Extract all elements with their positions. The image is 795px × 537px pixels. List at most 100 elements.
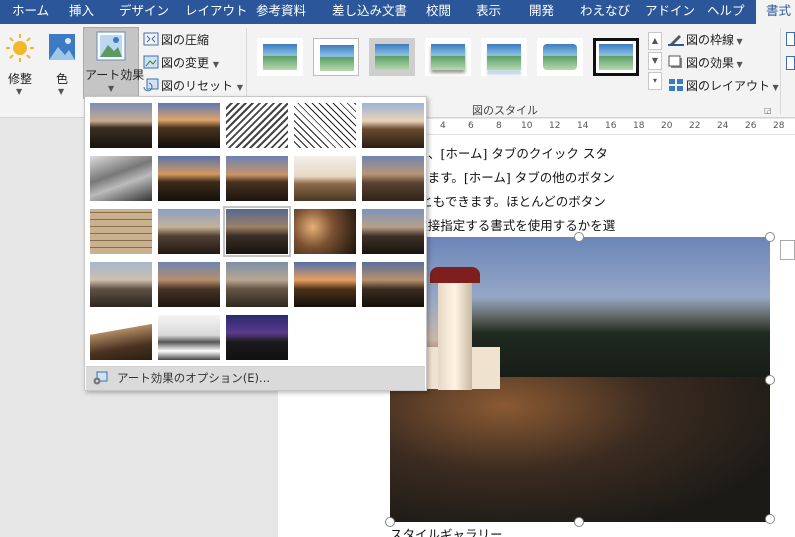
artistic-effect-thumbnail[interactable] (158, 315, 220, 360)
artistic-effect-thumbnail[interactable] (362, 262, 424, 307)
tab-waenavi[interactable]: わえなび (580, 0, 630, 24)
caption-text[interactable]: スタイルギャラリー (390, 524, 503, 537)
ruler-number: 6 (468, 121, 474, 131)
picture-style-thumb[interactable] (593, 38, 639, 76)
artistic-effects-label: アート効果 (85, 68, 145, 82)
compress-pictures-button[interactable]: 図の圧縮 (143, 30, 209, 50)
resize-handle[interactable] (574, 517, 584, 527)
ruler-number: 14 (577, 121, 589, 131)
gallery-scroll-up-button[interactable]: ▲ (648, 32, 662, 50)
ruler-number: 8 (496, 121, 502, 131)
chevron-down-icon: ▼ (236, 83, 243, 92)
ruler-number: 16 (605, 121, 617, 131)
layout-options-icon[interactable] (780, 240, 795, 260)
artistic-effect-thumbnail[interactable] (226, 262, 288, 307)
arrange-icon[interactable] (786, 56, 795, 70)
tab-mailings[interactable]: 差し込み文書 (332, 0, 407, 24)
picture-style-preview (599, 44, 633, 70)
sun-icon (6, 34, 34, 62)
tab-layout[interactable]: レイアウト (185, 0, 248, 24)
tab-review[interactable]: 校閲 (426, 0, 451, 24)
ribbon-tab-bar: ホーム 挿入 デザイン レイアウト 参考資料 差し込み文書 校閲 表示 開発 わ… (0, 0, 795, 24)
artistic-effect-thumbnail[interactable] (294, 262, 356, 307)
picture-layout-button[interactable]: 図のレイアウト ▼ (668, 76, 779, 96)
artistic-effect-thumbnail[interactable] (90, 315, 152, 360)
picture-style-thumb[interactable] (369, 38, 415, 76)
arrange-icon[interactable] (786, 32, 795, 46)
artistic-effects-icon (96, 31, 126, 61)
resize-handle[interactable] (765, 375, 775, 385)
artistic-effect-thumbnail[interactable] (226, 103, 288, 148)
picture-style-preview (320, 45, 354, 71)
gallery-scroll-down-button[interactable]: ▼ (648, 52, 662, 70)
color-label: 色 (56, 72, 69, 86)
ruler-number: 10 (521, 121, 533, 131)
dialog-launcher-icon[interactable]: ◲ (764, 106, 772, 115)
tab-insert[interactable]: 挿入 (69, 0, 94, 24)
picture-border-label: 図の枠線 (686, 33, 735, 47)
picture-style-preview (375, 44, 409, 70)
artistic-effect-thumbnail[interactable] (294, 156, 356, 201)
ruler-number: 18 (633, 121, 645, 131)
picture-rocks (390, 377, 770, 522)
corrections-label: 修整 (8, 72, 33, 86)
artistic-effect-thumbnail[interactable] (158, 103, 220, 148)
picture-border-button[interactable]: 図の枠線 ▼ (668, 30, 743, 50)
artistic-effect-thumbnail[interactable] (226, 315, 288, 360)
picture-style-preview (543, 44, 577, 70)
color-picture-icon (49, 34, 75, 60)
artistic-effect-thumbnail[interactable] (90, 262, 152, 307)
resize-handle[interactable] (765, 514, 775, 524)
artistic-options-label: アート効果のオプション(E)... (117, 371, 271, 385)
artistic-effect-thumbnail[interactable] (362, 156, 424, 201)
tab-addins[interactable]: アドイン (645, 0, 695, 24)
picture-styles-group-label: 図のスタイル (472, 104, 538, 117)
ruler-number: 22 (689, 121, 701, 131)
artistic-effects-options-item[interactable]: アート効果のオプション(E)... (86, 366, 425, 390)
artistic-effect-thumbnail[interactable] (226, 156, 288, 201)
ruler-number: 4 (440, 121, 446, 131)
tab-view[interactable]: 表示 (476, 0, 501, 24)
picture-style-thumb[interactable] (425, 38, 471, 76)
tab-developer[interactable]: 開発 (529, 0, 554, 24)
artistic-effect-thumbnail[interactable] (362, 209, 424, 254)
artistic-effect-thumbnail[interactable] (90, 156, 152, 201)
selected-picture[interactable] (390, 237, 770, 522)
ruler-number: 24 (717, 121, 729, 131)
artistic-effect-thumbnail[interactable] (158, 156, 220, 201)
artistic-effect-thumbnail[interactable] (223, 206, 291, 257)
picture-style-thumb[interactable] (537, 38, 583, 76)
picture-effects-button[interactable]: 図の効果 ▼ (668, 53, 743, 73)
picture-style-preview (263, 44, 297, 70)
tab-format[interactable]: 書式 (756, 0, 795, 24)
artistic-effect-thumbnail[interactable] (294, 103, 356, 148)
ruler-number: 20 (661, 121, 673, 131)
tab-help[interactable]: ヘルプ (707, 0, 745, 24)
color-button[interactable]: 色 ▼ (44, 30, 80, 100)
picture-effects-label: 図の効果 (686, 56, 735, 70)
tab-references[interactable]: 参考資料 (256, 0, 306, 24)
artistic-effect-thumbnail[interactable] (90, 209, 152, 254)
artistic-effects-button[interactable]: アート効果 ▼ (83, 27, 144, 99)
change-picture-button[interactable]: 図の変更 ▼ (143, 53, 219, 73)
picture-style-thumb[interactable] (481, 38, 527, 76)
gallery-more-button[interactable]: ▾ (648, 72, 662, 90)
picture-style-thumb[interactable] (313, 38, 359, 76)
reset-picture-button[interactable]: 図のリセット ▼ (143, 76, 243, 96)
tab-home[interactable]: ホーム (12, 0, 49, 24)
artistic-effects-menu: アート効果のオプション(E)... (84, 96, 427, 391)
artistic-effect-thumbnail[interactable] (294, 209, 356, 254)
reset-picture-icon (143, 78, 159, 92)
artistic-effect-thumbnail[interactable] (158, 262, 220, 307)
pen-icon (668, 35, 684, 46)
ruler-number: 28 (773, 121, 785, 131)
artistic-effect-thumbnail[interactable] (362, 103, 424, 148)
rotate-handle[interactable] (574, 232, 584, 242)
corrections-button[interactable]: 修整 ▼ (2, 30, 38, 100)
tab-design[interactable]: デザイン (119, 0, 169, 24)
picture-style-thumb[interactable] (257, 38, 303, 76)
artistic-effect-thumbnail[interactable] (158, 209, 220, 254)
chevron-down-icon: ▼ (58, 87, 65, 96)
artistic-effect-thumbnail[interactable] (90, 103, 152, 148)
resize-handle[interactable] (765, 232, 775, 242)
